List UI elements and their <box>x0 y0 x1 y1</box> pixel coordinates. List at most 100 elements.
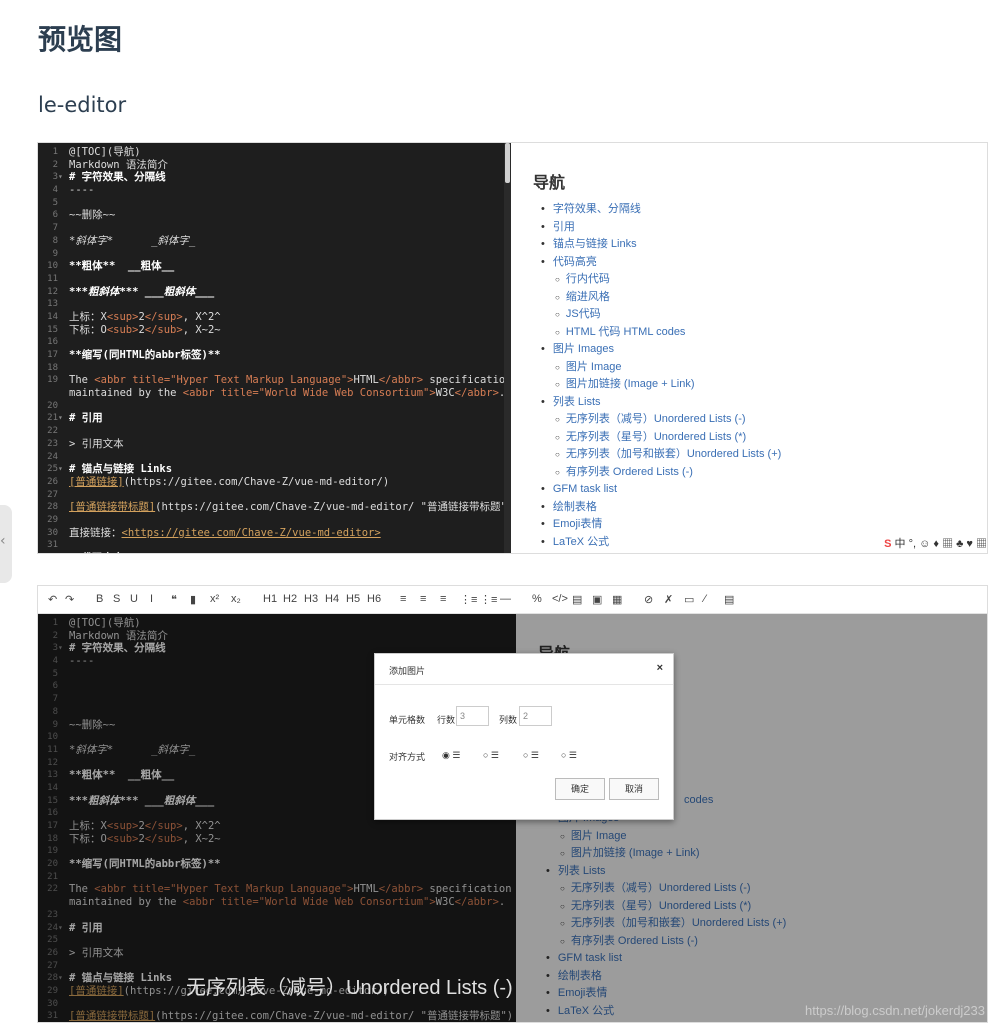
code-line[interactable]: 14 上标：X<sup>2</sup>, X^2^ <box>38 311 511 324</box>
file-button[interactable]: ▤ <box>572 593 582 606</box>
toc-link[interactable]: 字符效果、分隔线 <box>533 201 781 219</box>
ime-toolbar[interactable]: S 中 °, ☺ ♦ ▦ ♣ ♥ ▦ <box>884 535 987 551</box>
clear-button[interactable]: ⊘ <box>644 593 653 606</box>
toc-link[interactable]: 无序列表（加号和嵌套）Unordered Lists (+) <box>533 446 781 464</box>
align-center-button[interactable]: ≡ <box>420 593 426 605</box>
code-line[interactable]: 18 <box>38 362 511 375</box>
code-line[interactable]: 12 ***粗斜体*** ___粗斜体___ <box>38 286 511 299</box>
code-line[interactable]: 1 @[TOC](导航) <box>38 146 511 159</box>
ok-button[interactable]: 确定 <box>555 778 605 800</box>
code-line[interactable]: 22 <box>38 425 511 438</box>
code-line[interactable]: 2 Markdown 语法简介 <box>38 159 511 172</box>
code-line[interactable]: 8 *斜体字* _斜体字_ <box>38 235 511 248</box>
link-button[interactable]: % <box>532 593 542 605</box>
align-left-radio[interactable]: ○ ☰ <box>483 750 499 761</box>
code-line[interactable]: 16 <box>38 336 511 349</box>
fullscreen-button[interactable]: ⁄ <box>704 593 706 605</box>
unordered-list-button[interactable]: ⋮≡ <box>480 593 497 606</box>
undo-button[interactable]: ↶ <box>48 593 57 606</box>
toc-link[interactable]: LaTeX 公式 <box>533 534 781 552</box>
code-line[interactable]: 13 <box>38 298 511 311</box>
align-left-button[interactable]: ≡ <box>400 593 406 605</box>
toc-link[interactable]: 代码高亮 <box>533 254 781 272</box>
toc-link[interactable]: HTML 代码 HTML codes <box>533 324 781 342</box>
toc-link[interactable]: Emoji表情 <box>533 516 781 534</box>
code-line[interactable]: 27 <box>38 489 511 502</box>
toc-link[interactable]: 绘制表格 <box>533 499 781 517</box>
close-icon[interactable]: × <box>657 662 663 674</box>
code-line[interactable]: 17 **缩写(同HTML的abbr标签)** <box>38 349 511 362</box>
eraser-button[interactable]: ✗ <box>664 593 673 606</box>
code-line[interactable]: 23 > 引用文本 <box>38 438 511 451</box>
align-default-radio[interactable]: ◉ ☰ <box>442 750 460 761</box>
h3-button[interactable]: H3 <box>304 593 318 605</box>
code-line[interactable]: 26 [普通链接](https://gitee.com/Chave-Z/vue-m… <box>38 476 511 489</box>
code-line[interactable]: 5 <box>38 197 511 210</box>
code-line[interactable]: 3 ▾ # 字符效果、分隔线 <box>38 171 511 184</box>
mark-button[interactable]: ▮ <box>190 593 196 606</box>
code-button[interactable]: </> <box>552 593 568 605</box>
h1-button[interactable]: H1 <box>263 593 277 605</box>
hr-button[interactable]: — <box>500 593 511 605</box>
rows-input[interactable]: 3 <box>456 706 489 726</box>
fold-arrow-icon[interactable]: ▾ <box>58 171 63 184</box>
image-button[interactable]: ▣ <box>592 593 602 606</box>
code-line[interactable]: 32 # 代码高亮 <box>38 552 511 553</box>
bold-button[interactable]: B <box>96 593 103 605</box>
code-line[interactable]: 7 <box>38 222 511 235</box>
toc-link[interactable]: 有序列表 Ordered Lists (-) <box>533 464 781 482</box>
code-line[interactable]: 9 <box>38 248 511 261</box>
h4-button[interactable]: H4 <box>325 593 339 605</box>
code-line[interactable]: maintained by the <abbr title="World Wid… <box>38 387 511 400</box>
toc-link[interactable]: 图片 Images <box>533 341 781 359</box>
save-button[interactable]: ▤ <box>724 593 734 606</box>
code-line[interactable]: 10 **粗体** __粗体__ <box>38 260 511 273</box>
toc-link[interactable]: 列表 Lists <box>533 394 781 412</box>
align-center-radio[interactable]: ○ ☰ <box>523 750 539 761</box>
fold-arrow-icon[interactable]: ▾ <box>58 463 63 476</box>
ordered-list-button[interactable]: ⋮≡ <box>460 593 477 606</box>
code-line[interactable]: 20 <box>38 400 511 413</box>
code-line[interactable]: 6 ~~删除~~ <box>38 209 511 222</box>
code-line[interactable]: 24 <box>38 451 511 464</box>
toc-link[interactable]: JS代码 <box>533 306 781 324</box>
align-right-button[interactable]: ≡ <box>440 593 446 605</box>
code-line[interactable]: 21 ▾ # 引用 <box>38 412 511 425</box>
cols-input[interactable]: 2 <box>519 706 552 726</box>
cancel-button[interactable]: 取消 <box>609 778 659 800</box>
code-line[interactable]: 11 <box>38 273 511 286</box>
code-line[interactable]: 31 <box>38 539 511 552</box>
toc-link[interactable]: 无序列表（星号）Unordered Lists (*) <box>533 429 781 447</box>
align-right-radio[interactable]: ○ ☰ <box>561 750 577 761</box>
toc-link[interactable]: GFM task list <box>533 481 781 499</box>
code-line[interactable]: 4 ---- <box>38 184 511 197</box>
code-line[interactable]: 29 <box>38 514 511 527</box>
quote-button[interactable]: ❝ <box>171 593 177 606</box>
code-line[interactable]: 15 下标：O<sub>2</sub>, X~2~ <box>38 324 511 337</box>
toc-link[interactable]: 行内代码 <box>533 271 781 289</box>
code-line[interactable]: 28 [普通链接带标题](https://gitee.com/Chave-Z/vu… <box>38 501 513 514</box>
code-editor[interactable]: 1 @[TOC](导航) 2 Markdown 语法简介 3 ▾ # 字符效果、分隔线 4 --… <box>38 143 531 553</box>
side-collapse-tab[interactable]: ‹ <box>0 505 12 583</box>
table-button[interactable]: ▦ <box>612 593 622 606</box>
toc-link[interactable]: 锚点与链接 Links <box>533 236 781 254</box>
scroll-thumb[interactable] <box>505 143 510 183</box>
code-line[interactable]: 19 The <abbr title="Hyper Text Markup Lan… <box>38 374 530 387</box>
subscript-button[interactable]: x₂ <box>231 593 241 605</box>
h6-button[interactable]: H6 <box>367 593 381 605</box>
strikethrough-button[interactable]: S <box>113 593 120 605</box>
toc-link[interactable]: 引用 <box>533 219 781 237</box>
code-line[interactable]: 30 直接链接：<https://gitee.com/Chave-Z/vue-md… <box>38 527 511 540</box>
fold-arrow-icon[interactable]: ▾ <box>58 412 63 425</box>
italic-button[interactable]: I <box>150 593 153 605</box>
h5-button[interactable]: H5 <box>346 593 360 605</box>
toc-link[interactable]: 无序列表（减号）Unordered Lists (-) <box>533 411 781 429</box>
toc-link[interactable]: 图片加链接 (Image + Link) <box>533 376 781 394</box>
underline-button[interactable]: U <box>130 593 138 605</box>
toc-link[interactable]: 缩进风格 <box>533 289 781 307</box>
editor-scrollbar[interactable] <box>504 143 511 553</box>
redo-button[interactable]: ↷ <box>65 593 74 606</box>
h2-button[interactable]: H2 <box>283 593 297 605</box>
preview-button[interactable]: ▭ <box>684 593 694 606</box>
toc-link[interactable]: 图片 Image <box>533 359 781 377</box>
